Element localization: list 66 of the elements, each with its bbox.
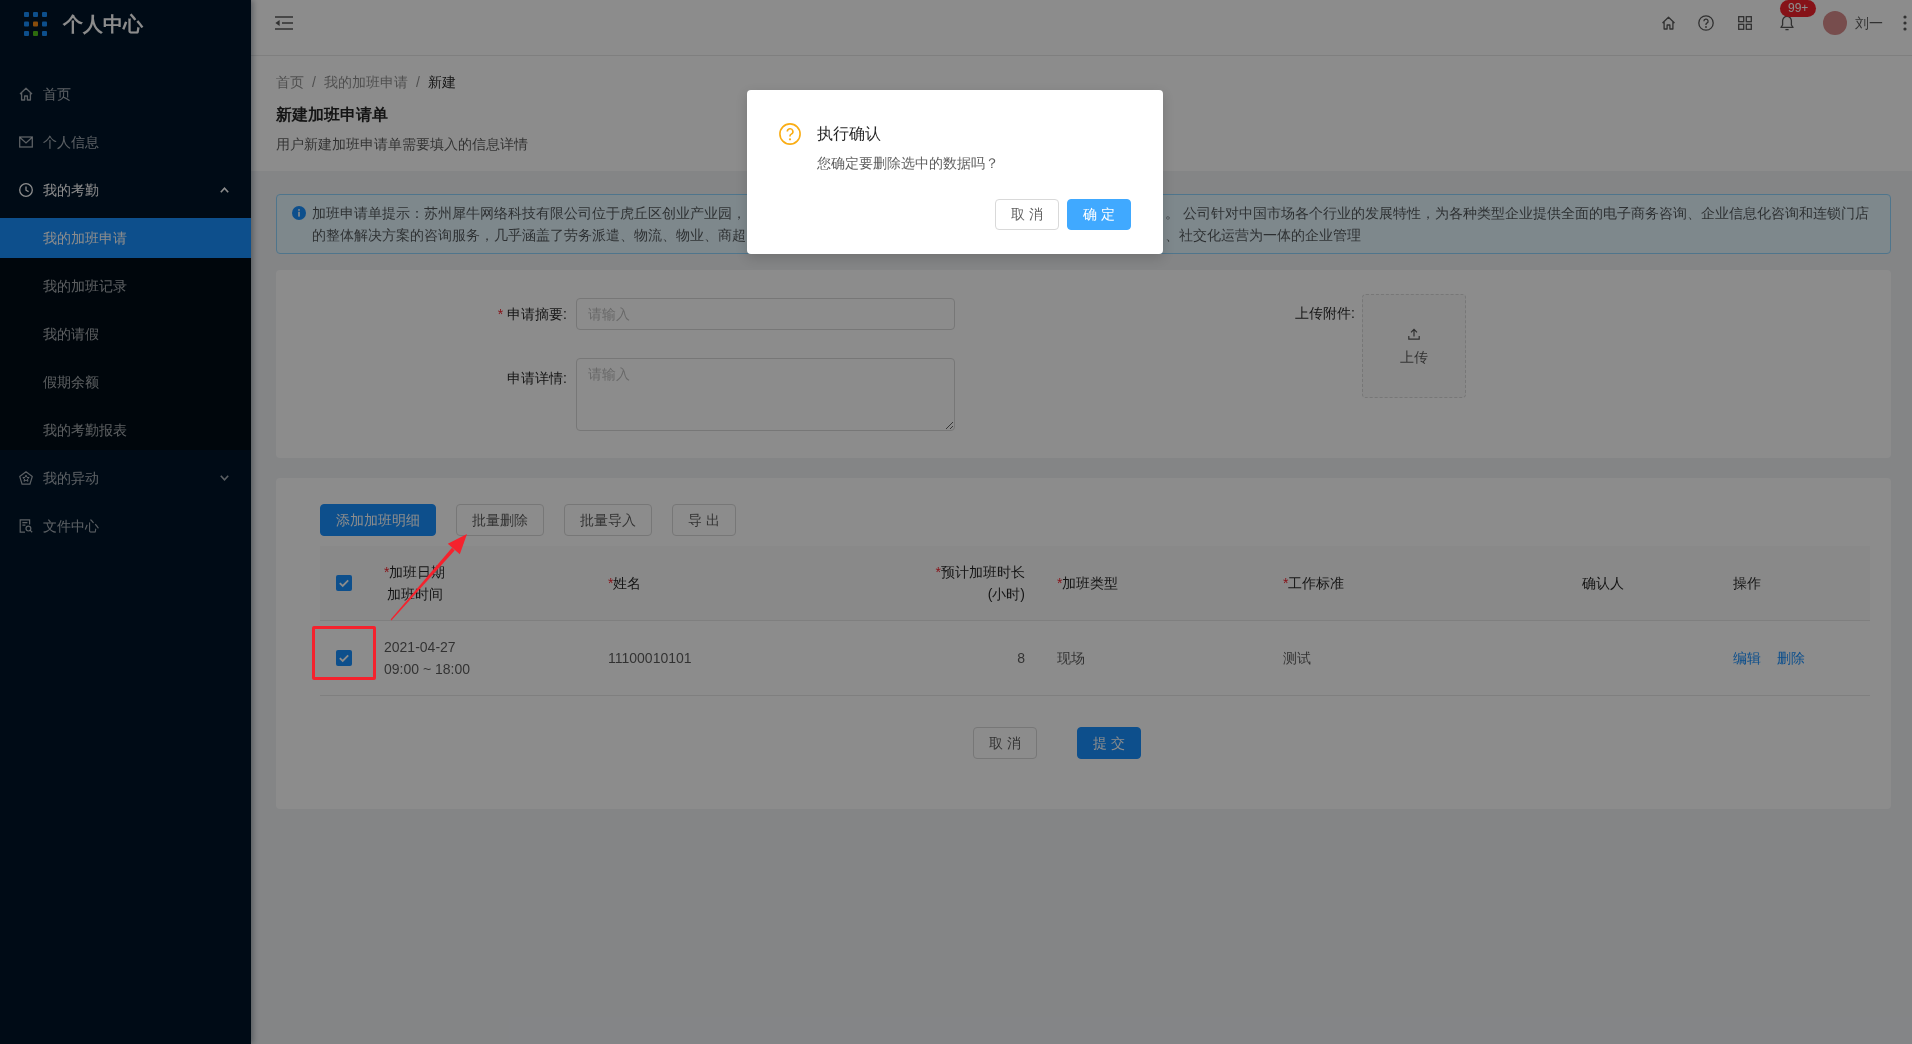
sidebar-menu-item[interactable]: 我的异动 <box>0 458 251 498</box>
dialog-title: 执行确认 <box>817 124 881 144</box>
breadcrumb-separator: / <box>415 73 420 92</box>
checkbox[interactable] <box>336 650 352 666</box>
add-detail-button[interactable]: 添加加班明细 <box>320 504 436 536</box>
column-header: 操作 <box>1733 574 1761 593</box>
home-icon[interactable] <box>1661 15 1676 30</box>
sidebar-menu-item[interactable]: 我的考勤 <box>0 170 251 210</box>
field-label: 申请详情: <box>506 369 567 388</box>
cancel-button[interactable]: 取 消 <box>995 199 1060 230</box>
action-link[interactable]: 删除 <box>1777 647 1805 669</box>
menu-fold-icon[interactable] <box>275 15 293 30</box>
sidebar-submenu-item[interactable]: 假期余额 <box>0 362 251 402</box>
page-description: 用户新建加班申请单需要填入的信息详情 <box>276 135 528 154</box>
upload-button[interactable]: 上传 <box>1362 294 1466 398</box>
batch-import-button[interactable]: 批量导入 <box>564 504 652 536</box>
sidebar-menu-item[interactable]: 首页 <box>0 74 251 114</box>
batch-delete-button[interactable]: 批量删除 <box>456 504 544 536</box>
alert-text: 加班申请单提示：苏州犀牛网络科技有限公司位于虎丘区创业产业园， <box>312 204 746 223</box>
sidebar-submenu-item[interactable]: 我的考勤报表 <box>0 410 251 450</box>
info-icon <box>292 206 306 220</box>
sidebar-submenu-item[interactable]: 我的请假 <box>0 314 251 354</box>
app-title: 个人中心 <box>63 12 143 37</box>
alert-text: 、社交化运营为一体的企业管理 <box>1165 226 1361 245</box>
field-label: * 申请摘要: <box>496 305 567 324</box>
breadcrumb-link[interactable]: 新建 <box>427 71 456 93</box>
more-vertical-icon[interactable] <box>1903 14 1907 31</box>
column-header: *预计加班时长 (小时) <box>935 563 1025 604</box>
app-grid-icon[interactable] <box>1738 15 1752 30</box>
breadcrumb-link[interactable]: 首页 <box>276 71 304 93</box>
sidebar-menu-item[interactable]: 个人信息 <box>0 122 251 162</box>
bell-icon[interactable] <box>1780 14 1794 31</box>
question-circle-icon <box>779 123 801 145</box>
column-header: 确认人 <box>1582 574 1624 593</box>
breadcrumb-link[interactable]: 我的加班申请 <box>323 71 408 93</box>
submit-button[interactable]: 提 交 <box>1076 727 1141 759</box>
column-header: *姓名 <box>608 574 642 593</box>
action-link[interactable]: 编辑 <box>1733 647 1761 669</box>
help-icon[interactable] <box>1698 14 1714 31</box>
alert-text: 的整体解决方案的咨询服务，几乎涵盖了劳务派遣、物流、物业、商超 <box>312 226 746 245</box>
breadcrumb-separator: / <box>312 73 316 92</box>
table-cell-text: 8 <box>1017 649 1025 668</box>
cancel-button[interactable]: 取 消 <box>973 727 1037 759</box>
chevron-up-icon[interactable] <box>220 187 229 193</box>
user-name[interactable]: 刘一 <box>1855 11 1883 34</box>
logo-icon <box>24 12 47 36</box>
confirm-button[interactable]: 确 定 <box>1067 199 1131 230</box>
clock-icon <box>19 183 33 197</box>
alert-text: 。 公司针对中国市场各个行业的发展特性，为各种类型企业提供全面的电子商务咨询、企业信息化咨询和连锁门店 <box>1165 204 1869 223</box>
column-header: *工作标准 <box>1283 574 1345 593</box>
table-cell-text: 11100010101 <box>608 649 692 668</box>
highlight-frame <box>312 626 376 680</box>
export-button[interactable]: 导 出 <box>672 504 736 536</box>
checkbox[interactable] <box>336 575 352 591</box>
sidebar-submenu-item[interactable]: 我的加班记录 <box>0 266 251 306</box>
sidebar-menu-item[interactable]: 文件中心 <box>0 506 251 546</box>
dialog-message: 您确定要删除选中的数据吗？ <box>817 154 999 173</box>
table-cell-text: 2021-04-27 09:00 ~ 18:00 <box>384 638 471 679</box>
avatar[interactable] <box>1823 10 1847 35</box>
column-header: *加班类型 <box>1057 574 1119 593</box>
sidebar-submenu-item[interactable]: 我的加班申请 <box>0 218 251 258</box>
field-label: 上传附件: <box>1294 304 1355 323</box>
table-cell-text: 测试 <box>1283 649 1311 668</box>
page-title: 新建加班申请单 <box>276 105 388 125</box>
table-cell-text: 现场 <box>1057 649 1085 668</box>
notification-badge: 99+ <box>1780 0 1817 17</box>
